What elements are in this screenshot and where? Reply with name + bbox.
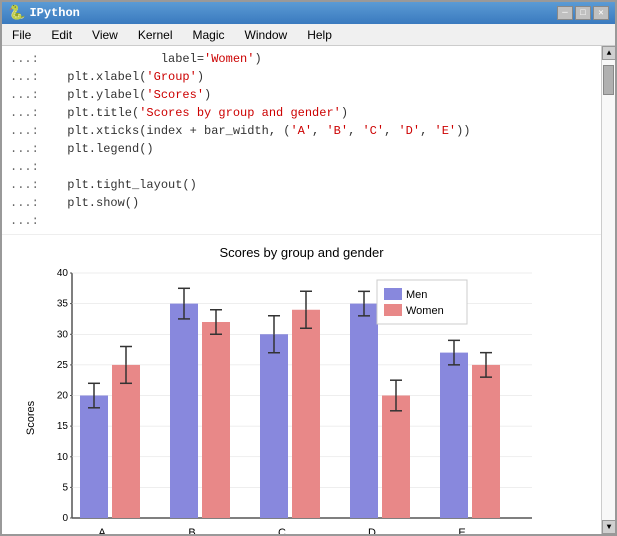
svg-text:25: 25 — [56, 360, 68, 371]
title-bar: 🐍 IPython ─ □ ✕ — [2, 2, 615, 24]
legend-men-color — [384, 288, 402, 300]
prompt-10: ...: — [10, 212, 60, 230]
chart-svg: Scores 0 5 — [22, 268, 582, 534]
notebook-area[interactable]: ...: label='Women') ...: plt.xlabel('Gro… — [2, 46, 601, 534]
title-bar-left: 🐍 IPython — [8, 5, 80, 22]
app-icon: 🐍 — [8, 5, 25, 22]
code-line-10: ...: — [10, 212, 593, 230]
code-line-2: ...: plt.xlabel('Group') — [10, 68, 593, 86]
svg-text:0: 0 — [62, 513, 68, 524]
legend-women-label: Women — [406, 305, 444, 317]
vertical-scrollbar[interactable]: ▲ ▼ — [601, 46, 615, 534]
chart-container: Scores by group and gender Scores — [2, 235, 601, 534]
code-line-1: ...: label='Women') — [10, 50, 593, 68]
x-tick-a: A — [98, 527, 106, 534]
scroll-track[interactable] — [602, 60, 615, 520]
prompt-7: ...: — [10, 158, 60, 176]
code-text-3: plt.ylabel('Scores') — [60, 86, 211, 104]
code-line-8: ...: plt.tight_layout() — [10, 176, 593, 194]
code-text-1: label='Women') — [60, 50, 262, 68]
chart-title: Scores by group and gender — [17, 245, 586, 260]
scroll-up-button[interactable]: ▲ — [602, 46, 615, 60]
code-line-6: ...: plt.legend() — [10, 140, 593, 158]
bar-d-women — [382, 396, 410, 519]
svg-text:35: 35 — [56, 299, 68, 310]
prompt-4: ...: — [10, 104, 60, 122]
svg-text:5: 5 — [62, 482, 68, 493]
code-text-4: plt.title('Scores by group and gender') — [60, 104, 348, 122]
title-bar-controls: ─ □ ✕ — [557, 6, 609, 20]
x-tick-c: C — [278, 527, 286, 534]
prompt-6: ...: — [10, 140, 60, 158]
bar-b-men — [170, 304, 198, 518]
bar-c-men — [260, 334, 288, 518]
menu-bar: File Edit View Kernel Magic Window Help — [2, 24, 615, 46]
svg-text:20: 20 — [56, 391, 68, 402]
prompt-5: ...: — [10, 122, 60, 140]
prompt-3: ...: — [10, 86, 60, 104]
menu-file[interactable]: File — [6, 26, 37, 44]
bar-e-women — [472, 365, 500, 518]
svg-text:40: 40 — [56, 268, 68, 279]
code-line-4: ...: plt.title('Scores by group and gend… — [10, 104, 593, 122]
close-button[interactable]: ✕ — [593, 6, 609, 20]
menu-edit[interactable]: Edit — [45, 26, 78, 44]
x-tick-e: E — [458, 527, 465, 534]
content-area: ...: label='Women') ...: plt.xlabel('Gro… — [2, 46, 615, 534]
legend-men-label: Men — [406, 289, 427, 301]
menu-magic[interactable]: Magic — [187, 26, 231, 44]
legend-women-color — [384, 304, 402, 316]
menu-view[interactable]: View — [86, 26, 124, 44]
svg-text:10: 10 — [56, 452, 68, 463]
bar-e-men — [440, 353, 468, 518]
x-tick-d: D — [368, 527, 376, 534]
menu-window[interactable]: Window — [239, 26, 294, 44]
code-text-9: plt.show() — [60, 194, 139, 212]
code-section: ...: label='Women') ...: plt.xlabel('Gro… — [2, 46, 601, 235]
prompt-1: ...: — [10, 50, 60, 68]
scroll-down-button[interactable]: ▼ — [602, 520, 615, 534]
svg-text:30: 30 — [56, 329, 68, 340]
code-line-9: ...: plt.show() — [10, 194, 593, 212]
code-text-5: plt.xticks(index + bar_width, ('A', 'B',… — [60, 122, 471, 140]
x-tick-b: B — [188, 527, 195, 534]
menu-kernel[interactable]: Kernel — [132, 26, 179, 44]
code-text-2: plt.xlabel('Group') — [60, 68, 204, 86]
svg-text:15: 15 — [56, 421, 68, 432]
bar-b-women — [202, 322, 230, 518]
main-window: 🐍 IPython ─ □ ✕ File Edit View Kernel Ma… — [0, 0, 617, 536]
bar-d-men — [350, 304, 378, 518]
y-axis-label: Scores — [25, 400, 37, 435]
prompt-8: ...: — [10, 176, 60, 194]
maximize-button[interactable]: □ — [575, 6, 591, 20]
code-line-7: ...: — [10, 158, 593, 176]
prompt-9: ...: — [10, 194, 60, 212]
minimize-button[interactable]: ─ — [557, 6, 573, 20]
code-text-8: plt.tight_layout() — [60, 176, 197, 194]
bar-a-men — [80, 396, 108, 519]
code-line-3: ...: plt.ylabel('Scores') — [10, 86, 593, 104]
code-text-6: plt.legend() — [60, 140, 154, 158]
window-title: IPython — [29, 6, 79, 20]
scroll-thumb[interactable] — [603, 65, 614, 95]
bar-c-women — [292, 310, 320, 518]
menu-help[interactable]: Help — [301, 26, 338, 44]
prompt-2: ...: — [10, 68, 60, 86]
code-line-5: ...: plt.xticks(index + bar_width, ('A',… — [10, 122, 593, 140]
bar-a-women — [112, 365, 140, 518]
